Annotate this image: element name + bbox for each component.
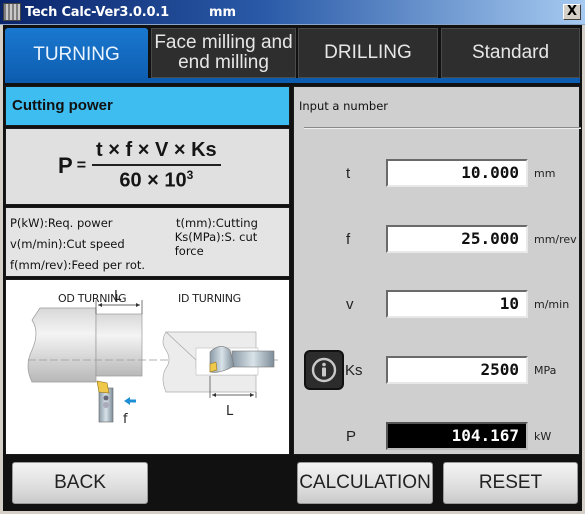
field-f: f 25.000 mm/rev: [294, 225, 581, 255]
field-unit: m/min: [534, 298, 570, 311]
legend-row: v(m/min):Cut speed Ks(MPa):S. cut force: [10, 230, 289, 258]
input-panel: Input a number t 10.000 mm f 25.000 mm/r…: [293, 86, 581, 455]
legend-item: Ks(MPa):S. cut force: [174, 229, 258, 258]
denominator-base: 60 × 10: [119, 169, 187, 192]
calculation-label: CALCULATION: [299, 472, 431, 493]
field-label: Ks: [345, 362, 363, 379]
tab-label-line1: Face milling and: [154, 32, 293, 53]
calc-title: Cutting power: [5, 86, 290, 126]
field-unit: mm/rev: [534, 233, 577, 246]
formula-box: P = t × f × V × Ks 60 × 103: [5, 128, 290, 205]
field-unit: MPa: [534, 364, 557, 377]
field-label: v: [346, 296, 354, 313]
field-t: t 10.000 mm: [294, 159, 581, 189]
legend-item: t(mm):Cutting: [176, 215, 258, 230]
title-bar: Tech Calc-Ver3.0.0.1 mm X: [0, 0, 585, 25]
feed-label: f: [123, 412, 128, 427]
tab-label: TURNING: [33, 44, 120, 65]
t-input[interactable]: 10.000: [386, 159, 528, 187]
back-button[interactable]: BACK: [12, 462, 148, 504]
field-label: f: [346, 231, 351, 248]
back-label: BACK: [54, 472, 106, 493]
tab-face-milling[interactable]: Face milling and end milling: [151, 28, 296, 78]
formula-numerator: t × f × V × Ks: [92, 139, 221, 166]
formula-lhs: P: [58, 152, 73, 178]
formula-denominator: 60 × 103: [119, 166, 193, 193]
tab-bar: TURNING Face milling and end milling DRI…: [5, 28, 580, 82]
tab-standard[interactable]: Standard: [441, 28, 580, 78]
reset-label: RESET: [478, 472, 543, 493]
field-label: P: [346, 428, 357, 445]
legend-item: P(kW):Req. power: [10, 215, 113, 230]
tab-underline: [5, 78, 580, 83]
f-input[interactable]: 25.000: [386, 225, 528, 253]
app-icon: [3, 3, 21, 21]
turning-diagram: OD TURNING ID TURNING L f L: [5, 279, 290, 455]
feed-arrow-icon: [124, 397, 136, 405]
tab-drilling[interactable]: DRILLING: [298, 28, 438, 78]
denominator-exponent: 3: [186, 168, 194, 182]
legend-item: f(mm/rev):Feed per rot.: [10, 257, 146, 272]
tab-label-line2: end milling: [178, 52, 269, 73]
ks-input[interactable]: 2500: [386, 356, 528, 384]
close-button[interactable]: X: [563, 4, 581, 20]
od-length-label: L: [114, 289, 122, 304]
calculation-button[interactable]: CALCULATION: [297, 462, 433, 504]
id-length-label: L: [226, 404, 234, 419]
field-unit: kW: [534, 430, 552, 443]
turning-illustration: L f L: [27, 289, 281, 427]
variable-legend: P(kW):Req. power t(mm):Cutting v(m/min):…: [5, 207, 290, 277]
field-v: v 10 m/min: [294, 290, 581, 320]
od-workpiece: [27, 307, 143, 383]
field-label: t: [346, 165, 351, 182]
formula: P = t × f × V × Ks 60 × 103: [58, 139, 221, 193]
legend-item: v(m/min):Cut speed: [10, 236, 125, 251]
input-prompt: Input a number: [299, 99, 389, 113]
tab-label: Standard: [471, 42, 550, 63]
tab-turning[interactable]: TURNING: [5, 28, 148, 82]
unit-mode-label: mm: [208, 4, 237, 20]
v-input[interactable]: 10: [386, 290, 528, 318]
divider: [304, 127, 581, 129]
p-result: 104.167: [386, 422, 528, 450]
formula-equals: =: [76, 156, 87, 174]
field-unit: mm: [534, 167, 556, 180]
reset-button[interactable]: RESET: [443, 462, 578, 504]
window-title: Tech Calc-Ver3.0.0.1: [25, 4, 169, 20]
od-cutting-tool: [96, 380, 114, 423]
close-icon: X: [566, 4, 578, 19]
tab-label: DRILLING: [324, 42, 412, 63]
formula-fraction: t × f × V × Ks 60 × 103: [92, 139, 221, 193]
field-ks: Ks 2500 MPa: [294, 356, 581, 386]
field-p: P 104.167 kW: [294, 422, 581, 452]
